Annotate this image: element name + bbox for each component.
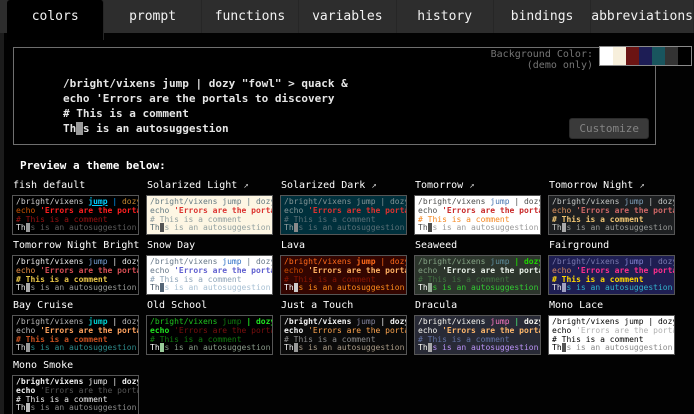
sample-line: This is an autosuggestion — [552, 284, 674, 293]
theme-title: Fairground — [549, 240, 675, 253]
theme-preview-box[interactable]: /bright/vixens jump | dozy "fowl" > quac… — [548, 255, 675, 295]
theme-title: Bay Cruise — [13, 300, 139, 313]
customize-button[interactable]: Customize — [569, 118, 649, 139]
theme-preview-box[interactable]: /bright/vixens jump | dozy "fowl" > quac… — [548, 315, 675, 355]
sample-line: This is an autosuggestion — [16, 284, 138, 293]
preview-theme-heading: Preview a theme below: — [20, 159, 694, 172]
terminal-sample-text: /bright/vixens jump | dozy "fowl" > quac… — [63, 76, 348, 136]
theme-title: Tomorrow Night Bright ↗ — [13, 240, 139, 253]
theme-card-lava[interactable]: Lava /bright/vixens jump | dozy "fowl" >… — [280, 238, 407, 295]
tab-prompt[interactable]: prompt — [104, 0, 201, 33]
sample-line: This is an autosuggestion — [418, 284, 540, 293]
theme-preview-box[interactable]: /bright/vixens jump | dozy "fowl" > quac… — [280, 255, 407, 295]
theme-preview-box[interactable]: /bright/vixens jump | dozy "fowl" > quac… — [146, 195, 273, 235]
background-color-label: Background Color: (demo only) — [491, 49, 593, 71]
sample-line: This is an autosuggestion — [150, 344, 272, 353]
cursor-block: i — [76, 122, 83, 135]
theme-preview-box[interactable]: /bright/vixens jump | dozy "fowl" > quac… — [414, 255, 541, 295]
sample-line: This is an autosuggestion — [16, 344, 138, 353]
tab-bindings[interactable]: bindings — [494, 0, 591, 33]
theme-card-dracula[interactable]: Dracula /bright/vixens jump | dozy "fowl… — [414, 298, 541, 355]
sample-line: This is an autosuggestion — [418, 224, 540, 233]
background-swatch-6[interactable] — [678, 47, 691, 65]
theme-preview-box[interactable]: /bright/vixens jump | dozy "fowl" > quac… — [280, 195, 407, 235]
theme-preview-box[interactable]: /bright/vixens jump | dozy "fowl" > quac… — [280, 315, 407, 355]
sample-line: This is an autosuggestion — [418, 344, 540, 353]
theme-title: Solarized Dark ↗ — [281, 180, 407, 193]
theme-title: Old School — [147, 300, 273, 313]
terminal-preview: Background Color: (demo only) /bright/vi… — [13, 47, 656, 145]
external-link-icon[interactable]: ↗ — [469, 181, 474, 191]
background-swatch-5[interactable] — [665, 47, 678, 65]
sample-line: This is an autosuggestion — [284, 284, 406, 293]
sample-line: This is an autosuggestion — [63, 121, 348, 136]
theme-card-seaweed[interactable]: Seaweed /bright/vixens jump | dozy "fowl… — [414, 238, 541, 295]
theme-preview-box[interactable]: /bright/vixens jump | dozy "fowl" > quac… — [414, 195, 541, 235]
theme-card-tomorrow-night-bright[interactable]: Tomorrow Night Bright ↗ /bright/vixens ju… — [12, 238, 139, 295]
demo-only-label: (demo only) — [491, 60, 593, 71]
theme-title: Snow Day — [147, 240, 273, 253]
theme-card-bay-cruise[interactable]: Bay Cruise /bright/vixens jump | dozy "f… — [12, 298, 139, 355]
theme-card-old-school[interactable]: Old School /bright/vixens jump | dozy "f… — [146, 298, 273, 355]
theme-preview-box[interactable]: /bright/vixens jump | dozy "fowl" > quac… — [12, 375, 139, 414]
background-color-label-line1: Background Color: — [491, 49, 593, 60]
sample-line: This is an autosuggestion — [552, 344, 674, 353]
theme-title: Mono Smoke — [13, 360, 139, 373]
sample-line: /bright/vixens jump | dozy "fowl" > quac… — [63, 76, 348, 91]
tab-colors[interactable]: colors — [7, 0, 104, 40]
theme-card-tomorrow[interactable]: Tomorrow ↗ /bright/vixens jump | dozy "fo… — [414, 178, 541, 235]
background-swatch-4[interactable] — [652, 47, 665, 65]
tab-functions[interactable]: functions — [202, 0, 299, 33]
sample-line: This is an autosuggestion — [16, 224, 138, 233]
sample-line: This is an autosuggestion — [150, 224, 272, 233]
theme-preview-box[interactable]: /bright/vixens jump | dozy "fowl" > quac… — [414, 315, 541, 355]
tab-abbreviations[interactable]: abbreviations — [591, 0, 694, 33]
theme-card-solarized-dark[interactable]: Solarized Dark ↗ /bright/vixens jump | do… — [280, 178, 407, 235]
theme-preview-box[interactable]: /bright/vixens jump | dozy "fowl" > quac… — [12, 255, 139, 295]
external-link-icon[interactable]: ↗ — [243, 181, 248, 191]
background-swatch-3[interactable] — [639, 47, 652, 65]
theme-title: Just a Touch — [281, 300, 407, 313]
external-link-icon[interactable]: ↗ — [639, 181, 644, 191]
theme-title: Dracula — [415, 300, 541, 313]
background-swatch-row — [599, 46, 692, 66]
theme-card-mono-lace[interactable]: Mono Lace /bright/vixens jump | dozy "fo… — [548, 298, 675, 355]
sample-line: This is an autosuggestion — [150, 284, 272, 293]
sample-line: echo 'Errors are the portals to discover… — [63, 91, 348, 106]
theme-preview-box[interactable]: /bright/vixens jump | dozy "fowl" > quac… — [146, 255, 273, 295]
theme-card-mono-smoke[interactable]: Mono Smoke /bright/vixens jump | dozy "f… — [12, 358, 139, 414]
theme-preview-box[interactable]: /bright/vixens jump | dozy "fowl" > quac… — [548, 195, 675, 235]
external-link-icon[interactable]: ↗ — [371, 181, 376, 191]
sample-line: This is an autosuggestion — [284, 344, 406, 353]
theme-card-fairground[interactable]: Fairground /bright/vixens jump | dozy "f… — [548, 238, 675, 295]
theme-title: Mono Lace — [549, 300, 675, 313]
sample-line: This is an autosuggestion — [284, 224, 406, 233]
theme-card-solarized-light[interactable]: Solarized Light ↗ /bright/vixens jump | d… — [146, 178, 273, 235]
sample-line: This is an autosuggestion — [16, 404, 138, 413]
sample-line: # This is a comment — [63, 106, 348, 121]
sample-line: This is an autosuggestion — [552, 224, 674, 233]
theme-card-snow-day[interactable]: Snow Day /bright/vixens jump | dozy "fow… — [146, 238, 273, 295]
window-edge — [0, 33, 4, 414]
theme-title: Lava — [281, 240, 407, 253]
background-swatch-0[interactable] — [600, 47, 613, 65]
theme-preview-box[interactable]: /bright/vixens jump | dozy "fowl" > quac… — [12, 315, 139, 355]
theme-title: fish default — [13, 180, 139, 193]
theme-card-fish-default[interactable]: fish default /bright/vixens jump | dozy … — [12, 178, 139, 235]
theme-grid: fish default /bright/vixens jump | dozy … — [0, 178, 694, 414]
theme-card-just-a-touch[interactable]: Just a Touch /bright/vixens jump | dozy … — [280, 298, 407, 355]
background-swatch-1[interactable] — [613, 47, 626, 65]
theme-preview-box[interactable]: /bright/vixens jump | dozy "fowl" > quac… — [12, 195, 139, 235]
theme-card-tomorrow-night[interactable]: Tomorrow Night ↗ /bright/vixens jump | do… — [548, 178, 675, 235]
theme-preview-box[interactable]: /bright/vixens jump | dozy "fowl" > quac… — [146, 315, 273, 355]
tab-variables[interactable]: variables — [299, 0, 396, 33]
background-swatch-2[interactable] — [626, 47, 639, 65]
theme-title: Solarized Light ↗ — [147, 180, 273, 193]
theme-title: Tomorrow Night ↗ — [549, 180, 675, 193]
theme-title: Tomorrow ↗ — [415, 180, 541, 193]
tab-history[interactable]: history — [397, 0, 494, 33]
theme-title: Seaweed — [415, 240, 541, 253]
tab-bar: colorspromptfunctionsvariableshistorybin… — [0, 0, 694, 33]
